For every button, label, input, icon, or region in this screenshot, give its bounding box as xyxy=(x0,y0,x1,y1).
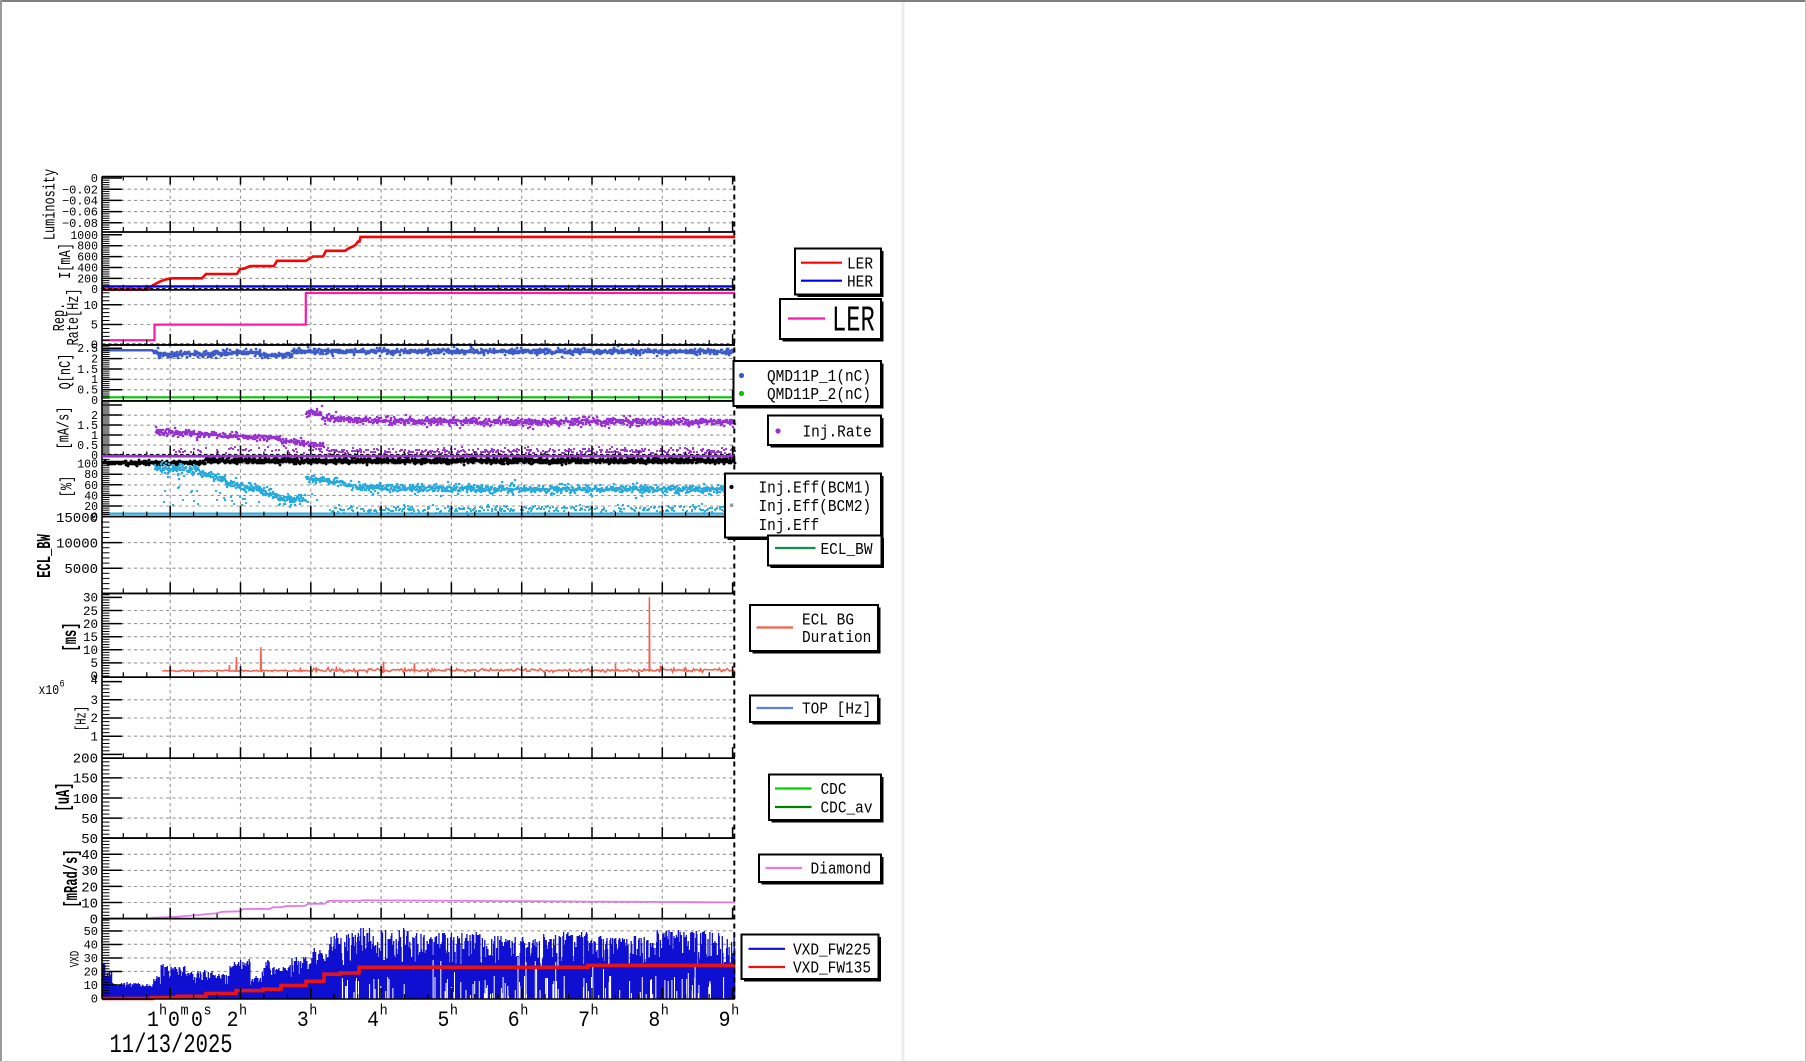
svg-text:[ms]: [ms] xyxy=(60,622,81,651)
svg-text:5000: 5000 xyxy=(64,562,98,578)
svg-text:[uA]: [uA] xyxy=(53,782,74,811)
svg-text:h: h xyxy=(661,1003,669,1020)
svg-text:3: 3 xyxy=(297,1009,309,1033)
svg-text:100: 100 xyxy=(73,792,98,808)
svg-text:VXD_FW135: VXD_FW135 xyxy=(793,959,871,978)
svg-text:7: 7 xyxy=(578,1009,590,1033)
svg-text:10: 10 xyxy=(83,644,98,658)
svg-text:[mA/s]: [mA/s] xyxy=(56,407,75,450)
svg-text:5: 5 xyxy=(437,1009,449,1033)
svg-text:ECL_BW: ECL_BW xyxy=(35,534,56,578)
svg-text:Inj.Eff(BCM1): Inj.Eff(BCM1) xyxy=(759,479,872,498)
svg-text:HER: HER xyxy=(847,272,873,291)
svg-text:200: 200 xyxy=(73,752,98,768)
svg-text:40: 40 xyxy=(81,848,98,864)
svg-text:30: 30 xyxy=(84,952,98,966)
svg-text:[Hz]: [Hz] xyxy=(73,706,90,731)
svg-text:50: 50 xyxy=(84,925,98,939)
svg-text:TOP [Hz]: TOP [Hz] xyxy=(802,700,871,719)
svg-text:m: m xyxy=(181,1003,189,1020)
svg-text:50: 50 xyxy=(81,832,98,848)
svg-text:20: 20 xyxy=(83,618,98,632)
svg-text:5: 5 xyxy=(91,319,98,333)
svg-text:Q[nC]: Q[nC] xyxy=(57,354,76,390)
svg-text:3: 3 xyxy=(90,694,98,708)
svg-text:QMD11P_2(nC): QMD11P_2(nC) xyxy=(767,385,871,404)
svg-text:Luminosity: Luminosity xyxy=(42,169,61,240)
svg-text:4: 4 xyxy=(90,674,98,688)
svg-text:h: h xyxy=(731,1003,739,1020)
svg-text:Duration: Duration xyxy=(802,628,871,647)
svg-text:ECL_BW: ECL_BW xyxy=(821,540,873,559)
svg-text:50: 50 xyxy=(81,812,98,828)
svg-text:5: 5 xyxy=(90,657,98,671)
svg-text:I[mA]: I[mA] xyxy=(57,243,76,279)
svg-text:h: h xyxy=(309,1003,317,1020)
svg-text:4: 4 xyxy=(367,1009,379,1033)
svg-text:[%]: [%] xyxy=(59,476,78,497)
svg-text:10000: 10000 xyxy=(56,536,98,552)
svg-text:10: 10 xyxy=(81,896,98,912)
svg-text:[mRad/s]: [mRad/s] xyxy=(61,849,82,907)
svg-text:40: 40 xyxy=(84,938,98,952)
svg-text:−0.08: −0.08 xyxy=(62,217,98,231)
svg-text:15000: 15000 xyxy=(56,511,98,527)
svg-text:Inj.Rate: Inj.Rate xyxy=(803,423,872,442)
svg-text:8: 8 xyxy=(648,1009,660,1033)
svg-text:10: 10 xyxy=(84,299,98,313)
svg-text:1: 1 xyxy=(90,731,98,745)
svg-text:10: 10 xyxy=(84,979,98,993)
svg-text:LER: LER xyxy=(847,254,873,273)
svg-text:20: 20 xyxy=(84,966,98,980)
svg-text:6: 6 xyxy=(60,678,65,690)
svg-text:Inj.Eff(BCM2): Inj.Eff(BCM2) xyxy=(759,497,872,516)
svg-text:0: 0 xyxy=(91,284,98,297)
svg-text:Rate[Hz]: Rate[Hz] xyxy=(65,288,84,345)
svg-text:0: 0 xyxy=(91,395,98,408)
svg-text:h: h xyxy=(380,1003,388,1020)
svg-text:2: 2 xyxy=(90,712,98,726)
svg-text:VXD_FW225: VXD_FW225 xyxy=(793,940,871,959)
svg-text:CDC: CDC xyxy=(821,780,847,799)
svg-text:QMD11P_1(nC): QMD11P_1(nC) xyxy=(767,367,871,386)
svg-text:Inj.Eff: Inj.Eff xyxy=(759,516,820,535)
svg-text:VXD: VXD xyxy=(69,951,83,968)
svg-text:h: h xyxy=(159,1003,167,1020)
svg-text:30: 30 xyxy=(83,592,98,606)
svg-text:h: h xyxy=(591,1003,599,1020)
svg-text:ECL BG: ECL BG xyxy=(802,611,854,630)
svg-text:CDC_av: CDC_av xyxy=(821,799,873,818)
svg-text:150: 150 xyxy=(73,772,98,788)
svg-text:30: 30 xyxy=(81,864,98,880)
svg-text:9: 9 xyxy=(719,1009,731,1033)
svg-text:0: 0 xyxy=(91,993,98,1007)
svg-text:6: 6 xyxy=(508,1009,520,1033)
svg-text:20: 20 xyxy=(81,880,98,896)
svg-text:Diamond: Diamond xyxy=(811,860,872,879)
svg-text:s: s xyxy=(204,1003,212,1020)
svg-text:LER: LER xyxy=(832,302,875,342)
svg-text:h: h xyxy=(239,1003,247,1020)
svg-text:15: 15 xyxy=(83,631,98,645)
svg-text:h: h xyxy=(520,1003,528,1020)
svg-text:x10: x10 xyxy=(39,683,60,698)
svg-text:11/13/2025: 11/13/2025 xyxy=(110,1031,233,1061)
svg-text:h: h xyxy=(450,1003,458,1020)
svg-text:25: 25 xyxy=(83,605,98,619)
